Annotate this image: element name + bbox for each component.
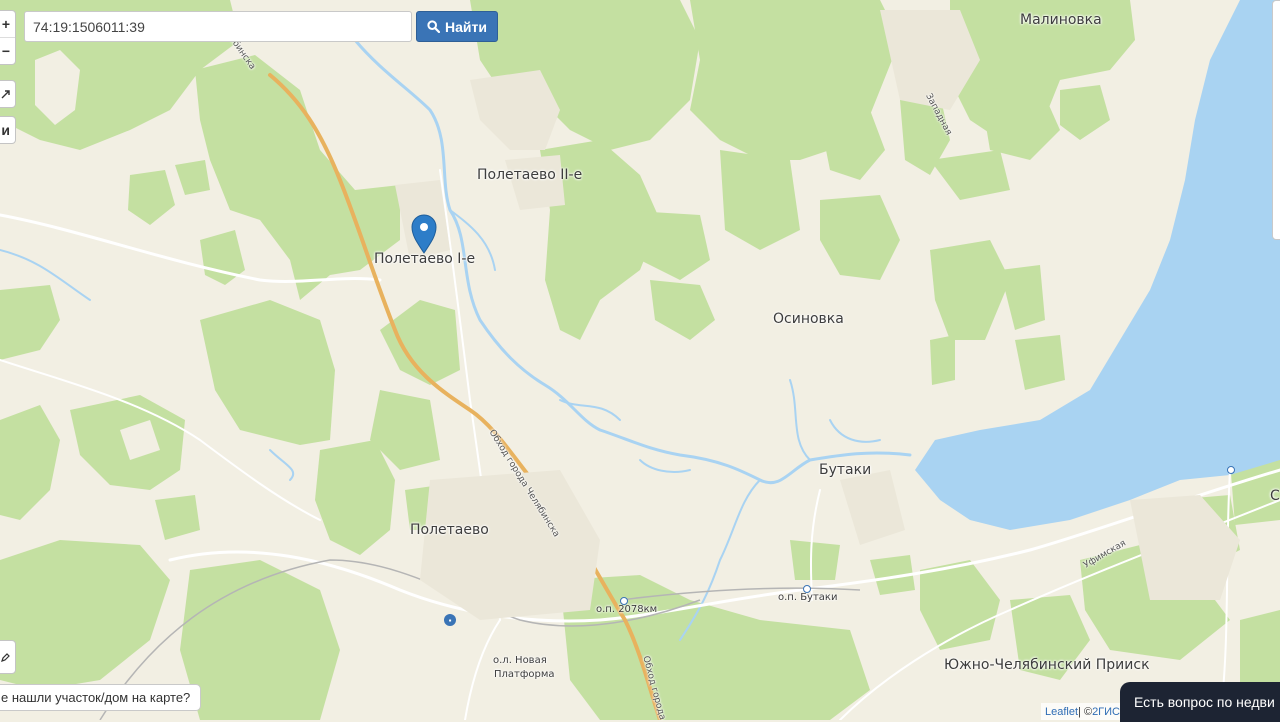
place-label-poletaevo-1: Полетаево I-е: [374, 251, 476, 267]
search-icon: [427, 20, 441, 33]
stop-label-platforma: Платформа: [494, 669, 555, 680]
zoom-out-button[interactable]: −: [0, 37, 15, 64]
place-label-osinovka: Осиновка: [773, 311, 844, 327]
layers-button[interactable]: и: [0, 117, 15, 143]
search-box: [24, 11, 412, 42]
expand-icon: [1, 89, 10, 98]
place-label-edge: С: [1270, 488, 1280, 504]
side-panel-tab[interactable]: [1272, 0, 1280, 240]
stop-label-2078km: о.п. 2078км: [596, 604, 658, 615]
draw-button[interactable]: [0, 641, 15, 673]
zoom-in-button[interactable]: +: [0, 11, 15, 37]
search-button[interactable]: Найти: [416, 11, 498, 42]
map-attribution: Leaflet | © 2ГИС: [1041, 703, 1124, 720]
place-label-poletaevo: Полетаево: [410, 522, 489, 538]
fullscreen-control: [0, 80, 16, 108]
bus-stop-icon: ▪: [444, 614, 456, 626]
zoom-control: + −: [0, 10, 16, 65]
search-input[interactable]: [25, 12, 411, 41]
not-found-prompt[interactable]: е нашли участок/дом на карте?: [0, 684, 202, 711]
provider-link[interactable]: 2ГИС: [1092, 706, 1120, 718]
chat-widget-text: Есть вопрос по недви: [1134, 694, 1275, 710]
place-label-malinovka: Малиновка: [1020, 12, 1102, 28]
not-found-text: е нашли участок/дом на карте?: [1, 690, 191, 705]
chat-widget-button[interactable]: Есть вопрос по недви: [1120, 682, 1280, 722]
rail-stop-icon: [1227, 466, 1235, 474]
draw-control: [0, 640, 16, 674]
place-label-yuzhno-chelyabinsky-priisk: Южно-Челябинский Прииск: [944, 657, 1150, 673]
leaflet-link[interactable]: Leaflet: [1045, 706, 1078, 718]
stop-label-butaki: о.п. Бутаки: [778, 592, 838, 603]
attribution-separator: | ©: [1078, 705, 1093, 718]
rail-stop-icon: [803, 585, 811, 593]
place-label-butaki: Бутаки: [819, 462, 872, 478]
stop-label-novaya: о.л. Новая: [493, 655, 547, 666]
pencil-icon: [1, 652, 10, 662]
place-label-poletaevo-2: Полетаево II-е: [477, 167, 583, 183]
search-button-label: Найти: [445, 18, 487, 35]
fullscreen-button[interactable]: [0, 81, 15, 107]
rail-stop-icon: [620, 597, 628, 605]
layers-control: и: [0, 116, 16, 144]
